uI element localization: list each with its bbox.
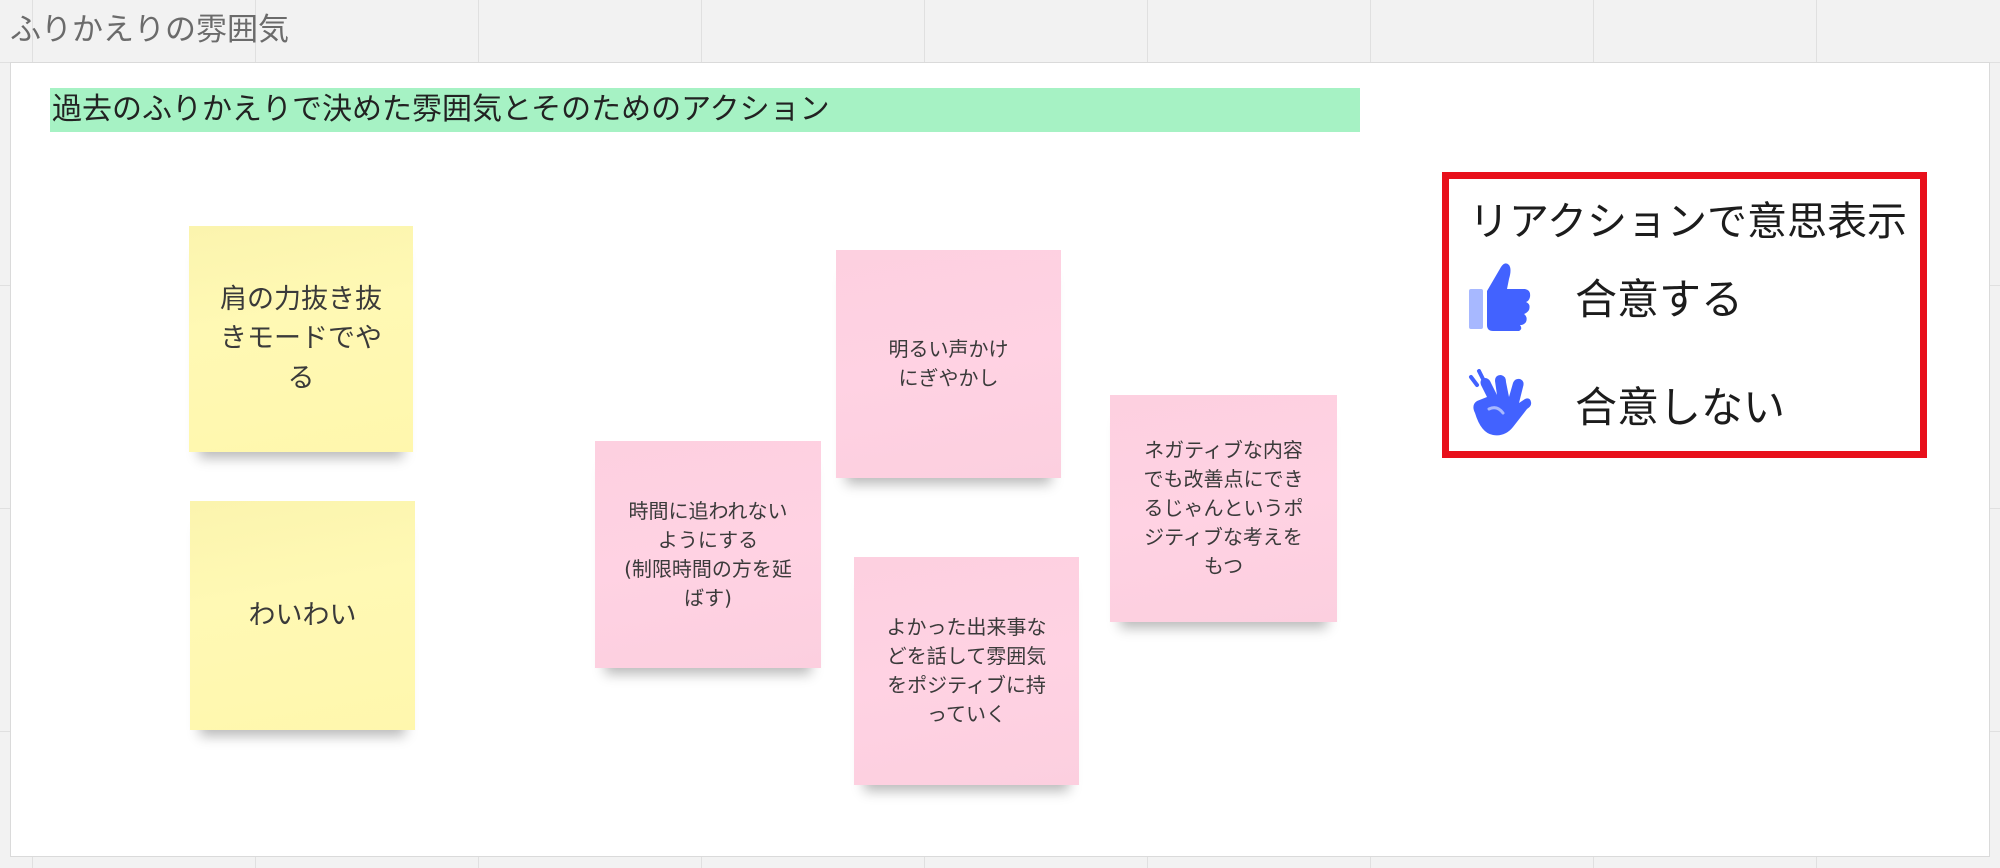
sticky-note-text: 明るい声かけ にぎやかし	[888, 337, 1009, 390]
waving-hand-icon	[1467, 369, 1533, 439]
reaction-legend-title: リアクションで意思表示	[1469, 199, 1907, 245]
sticky-note-text: わいわい	[248, 599, 357, 631]
sticky-note-text: 肩の力抜き抜 きモードでや る	[220, 284, 382, 394]
sticky-note[interactable]: ネガティブな内容 でも改善点にでき るじゃんというポ ジティブな考えを もつ	[1110, 395, 1337, 622]
sticky-note[interactable]: わいわい	[190, 501, 415, 730]
sticky-note[interactable]: 明るい声かけ にぎやかし	[836, 250, 1061, 478]
reaction-agree-row[interactable]: 合意する	[1467, 259, 1743, 333]
frame-title[interactable]: ふりかえりの雰囲気	[10, 4, 289, 49]
reaction-disagree-label: 合意しない	[1575, 382, 1786, 432]
section-heading[interactable]: 過去のふりかえりで決めた雰囲気とそのためのアクション	[50, 88, 1360, 132]
thumbs-up-icon	[1467, 259, 1533, 333]
reaction-disagree-row[interactable]: 合意しない	[1467, 369, 1785, 439]
reaction-legend[interactable]: リアクションで意思表示 合意する 合意しない	[1442, 172, 1927, 458]
sticky-note[interactable]: 肩の力抜き抜 きモードでや る	[189, 226, 413, 452]
sticky-note-text: 時間に追われない ようにする (制限時間の方を延 ばす)	[624, 498, 792, 610]
sticky-note[interactable]: よかった出来事な どを話して雰囲気 をポジティブに持 っていく	[854, 557, 1079, 785]
reaction-agree-label: 合意する	[1575, 274, 1744, 324]
sticky-note-text: ネガティブな内容 でも改善点にでき るじゃんというポ ジティブな考えを もつ	[1143, 438, 1304, 578]
sticky-note-text: よかった出来事な どを話して雰囲気 をポジティブに持 っていく	[886, 615, 1047, 726]
sticky-note[interactable]: 時間に追われない ようにする (制限時間の方を延 ばす)	[595, 441, 821, 668]
